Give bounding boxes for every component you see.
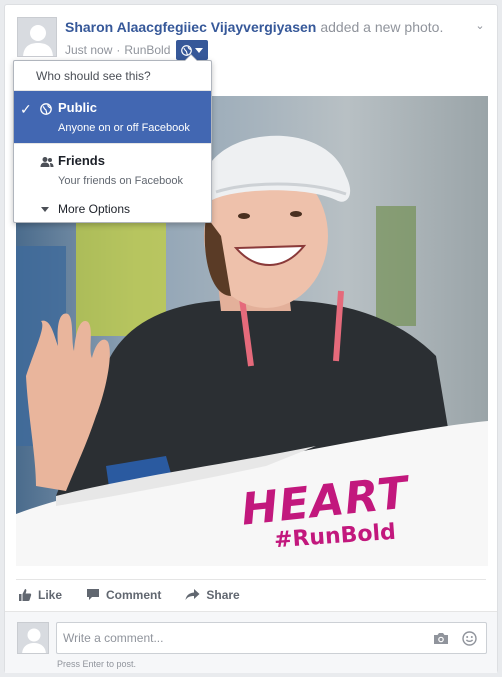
comment-input[interactable] — [63, 631, 430, 645]
share-icon — [185, 589, 200, 600]
share-button[interactable]: Share — [185, 587, 240, 602]
more-options-item[interactable]: More Options — [14, 196, 211, 224]
globe-icon — [40, 103, 52, 115]
viewer-avatar[interactable] — [17, 622, 49, 654]
audience-option-public[interactable]: ✓ Public Anyone on or off Facebook — [14, 91, 211, 143]
camera-icon[interactable] — [430, 632, 452, 645]
author-name-link[interactable]: Sharon Alaacgfegiiec Vijayvergiyasen — [65, 19, 316, 35]
audience-option-friends[interactable]: Friends Your friends on Facebook — [14, 144, 211, 196]
post-timestamp[interactable]: Just now — [65, 42, 112, 58]
comment-button[interactable]: Comment — [86, 588, 161, 602]
app-link[interactable]: RunBold — [124, 42, 170, 58]
share-label: Share — [206, 587, 240, 602]
comment-hint: Press Enter to post. — [57, 659, 137, 669]
comment-section: Press Enter to post. — [5, 611, 497, 673]
check-icon: ✓ — [20, 101, 32, 117]
audience-dropdown: Who should see this? ✓ Public Anyone on … — [13, 54, 212, 224]
meta-separator: · — [116, 43, 121, 57]
like-label: Like — [38, 587, 63, 602]
like-button[interactable]: Like — [18, 588, 62, 602]
post-header: Sharon Alaacgfegiiec Vijayvergiyasen adde… — [65, 18, 477, 36]
comment-icon — [87, 589, 100, 600]
post-card: Sharon Alaacgfegiiec Vijayvergiyasen adde… — [4, 4, 498, 673]
thumbs-up-icon — [19, 588, 32, 601]
friends-icon — [40, 157, 54, 167]
audience-dropdown-title: Who should see this? — [14, 61, 211, 91]
emoji-icon[interactable] — [458, 630, 480, 646]
more-options-label: More Options — [58, 202, 131, 216]
audience-option-sublabel: Your friends on Facebook — [58, 175, 183, 187]
post-actions-bar: Like Comment Share — [16, 579, 486, 609]
caret-down-icon — [195, 47, 204, 53]
audience-option-label: Public — [58, 100, 98, 115]
comment-label: Comment — [106, 587, 162, 602]
post-action-text: added a new photo. — [320, 19, 444, 35]
comment-box — [56, 622, 487, 654]
caret-down-icon — [41, 207, 49, 212]
audience-option-label: Friends — [58, 153, 105, 168]
author-avatar[interactable] — [17, 17, 57, 57]
chevron-down-icon[interactable]: ⌄ — [473, 19, 487, 33]
audience-option-sublabel: Anyone on or off Facebook — [58, 122, 190, 134]
